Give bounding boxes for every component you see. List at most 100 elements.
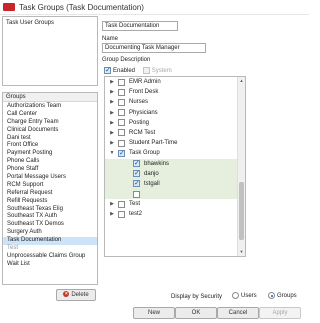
tree-scrollbar[interactable]: ▲ ▼ (237, 77, 245, 256)
group-list-item[interactable]: Dani test (3, 135, 97, 143)
tree-checkbox[interactable] (118, 98, 125, 106)
group-list-item[interactable]: Southeast Texas Elig (3, 206, 97, 214)
expand-arrow-icon[interactable]: ▶ (109, 199, 115, 209)
ok-button[interactable]: OK (175, 307, 217, 319)
tree-group-row[interactable]: ▶ Nurses (105, 97, 245, 107)
group-list-item[interactable]: Unprocessable Claims Group (3, 253, 97, 261)
name-label: Name (102, 36, 119, 42)
task-user-groups-panel: Task User Groups (2, 16, 98, 86)
app-logo-icon (3, 3, 15, 11)
tree-row-label: Physicians (129, 109, 158, 116)
tree-group-row[interactable]: ▶ Test (105, 199, 245, 209)
tree-checkbox[interactable] (118, 210, 125, 218)
window-title: Task Groups (Task Documentation) (19, 3, 144, 12)
expand-arrow-icon[interactable]: ▶ (109, 138, 115, 148)
tree-group-row[interactable]: ▶ RCM Test (105, 128, 245, 138)
enabled-checkbox[interactable] (104, 66, 111, 75)
group-list-item[interactable]: Wait List (3, 261, 97, 269)
tree-checkbox[interactable] (133, 159, 140, 168)
group-list-item[interactable]: Call Center (3, 111, 97, 119)
group-list-item[interactable]: Surgery Auth (3, 229, 97, 237)
tree-row-label: Task Group (129, 150, 160, 157)
tree-group-row[interactable]: ▶ Front Desk (105, 87, 245, 97)
group-list-item[interactable]: Payment Posting (3, 150, 97, 158)
apply-button[interactable]: Apply (259, 307, 301, 319)
group-list-item[interactable]: Task Documentation (3, 237, 97, 246)
expand-arrow-icon[interactable]: ▶ (109, 128, 115, 138)
group-list-item[interactable]: Front Office (3, 142, 97, 150)
description-field[interactable]: Documenting Task Manager (102, 43, 206, 53)
enabled-option[interactable]: Enabled (104, 66, 136, 75)
group-name-field[interactable]: Task Documentation (102, 21, 178, 31)
tree-group-row[interactable]: ▶ Student Part-Time (105, 138, 245, 148)
tree-row-label: Nurses (129, 99, 149, 106)
groups-header: Groups (3, 93, 97, 102)
tree-group-row[interactable]: ▶ Physicians (105, 108, 245, 118)
enabled-label: Enabled (113, 67, 136, 74)
tree-checkbox[interactable] (118, 109, 125, 117)
tree-checkbox[interactable] (118, 119, 125, 127)
tree-child-row[interactable] (105, 189, 245, 200)
group-list-item[interactable]: Phone Staff (3, 166, 97, 174)
group-list-item[interactable]: Southeast TX Auth (3, 213, 97, 221)
group-list-item[interactable]: Southeast TX Demos (3, 221, 97, 229)
title-bar: Task Groups (Task Documentation) (0, 0, 309, 15)
tree-checkbox[interactable] (133, 169, 140, 178)
tree-group-row[interactable]: ▶ Posting (105, 118, 245, 128)
tree-row-label: RCM Test (129, 129, 156, 136)
user-tree-rows: ▶ EMR Admin ▶ Front Desk ▶ Nurses ▶ Physicians ▶… (105, 77, 245, 220)
expand-arrow-icon[interactable]: ▶ (109, 77, 115, 87)
group-list-item[interactable]: Phone Calls (3, 158, 97, 166)
tree-group-row[interactable]: ▶ test2 (105, 209, 245, 219)
expand-arrow-icon[interactable]: ▶ (109, 108, 115, 118)
groups-list: Authorizations Team Call Center Charge Ent… (3, 102, 97, 269)
groups-label: Groups (277, 292, 297, 299)
group-list-item[interactable]: Charge Entry Team (3, 119, 97, 127)
scroll-thumb[interactable] (239, 182, 244, 240)
group-list-item[interactable]: Test (3, 245, 97, 253)
tree-checkbox[interactable] (118, 149, 125, 158)
group-list-item[interactable]: RCM Support (3, 182, 97, 190)
tree-row-label: EMR Admin (129, 79, 161, 85)
group-list-item[interactable]: Portal Message Users (3, 174, 97, 182)
scroll-up-icon[interactable]: ▲ (238, 77, 245, 85)
group-list-item[interactable]: Authorizations Team (3, 103, 97, 111)
tree-child-row[interactable]: bhawkins (105, 158, 245, 169)
expand-arrow-icon[interactable]: ▶ (109, 209, 115, 219)
tree-checkbox[interactable] (118, 139, 125, 147)
collapse-arrow-icon[interactable]: ▼ (109, 148, 115, 158)
system-option: System (142, 67, 172, 74)
task-user-groups-header: Task User Groups (6, 20, 55, 26)
groups-panel: Groups Authorizations Team Call Center Cha… (2, 92, 98, 285)
tree-checkbox[interactable] (133, 190, 140, 198)
tree-child-row[interactable]: danjo (105, 168, 245, 179)
tree-checkbox[interactable] (118, 129, 125, 137)
tree-checkbox[interactable] (133, 179, 140, 188)
system-label: System (151, 67, 172, 74)
groups-radio[interactable] (268, 292, 275, 299)
cancel-button[interactable]: Cancel (217, 307, 259, 319)
tree-checkbox[interactable] (118, 78, 125, 86)
tree-row-label: Test (129, 201, 141, 208)
tree-checkbox[interactable] (118, 200, 125, 208)
tree-group-row[interactable]: ▶ EMR Admin (105, 77, 245, 87)
tree-row-label: Posting (129, 119, 150, 126)
tree-row-label: Front Desk (129, 89, 159, 96)
users-option[interactable]: Users (232, 292, 257, 299)
group-list-item[interactable]: Refill Requests (3, 198, 97, 206)
group-detail-panel: Task Documentation Name Documenting Task… (102, 16, 307, 286)
group-list-item[interactable]: Referral Request (3, 190, 97, 198)
new-button[interactable]: New (133, 307, 175, 319)
display-by-security-label: Display by Security (171, 294, 223, 300)
tree-group-row[interactable]: ▼ Task Group (105, 148, 245, 158)
expand-arrow-icon[interactable]: ▶ (109, 97, 115, 107)
group-list-item[interactable]: Clinical Documents (3, 127, 97, 135)
expand-arrow-icon[interactable]: ▶ (109, 118, 115, 128)
users-radio[interactable] (232, 292, 239, 299)
groups-option[interactable]: Groups (268, 292, 297, 299)
tree-checkbox[interactable] (118, 88, 125, 96)
scroll-down-icon[interactable]: ▼ (238, 248, 245, 256)
tree-child-row[interactable]: tstgall (105, 178, 245, 190)
expand-arrow-icon[interactable]: ▶ (109, 87, 115, 97)
group-options: Enabled System (104, 66, 178, 75)
